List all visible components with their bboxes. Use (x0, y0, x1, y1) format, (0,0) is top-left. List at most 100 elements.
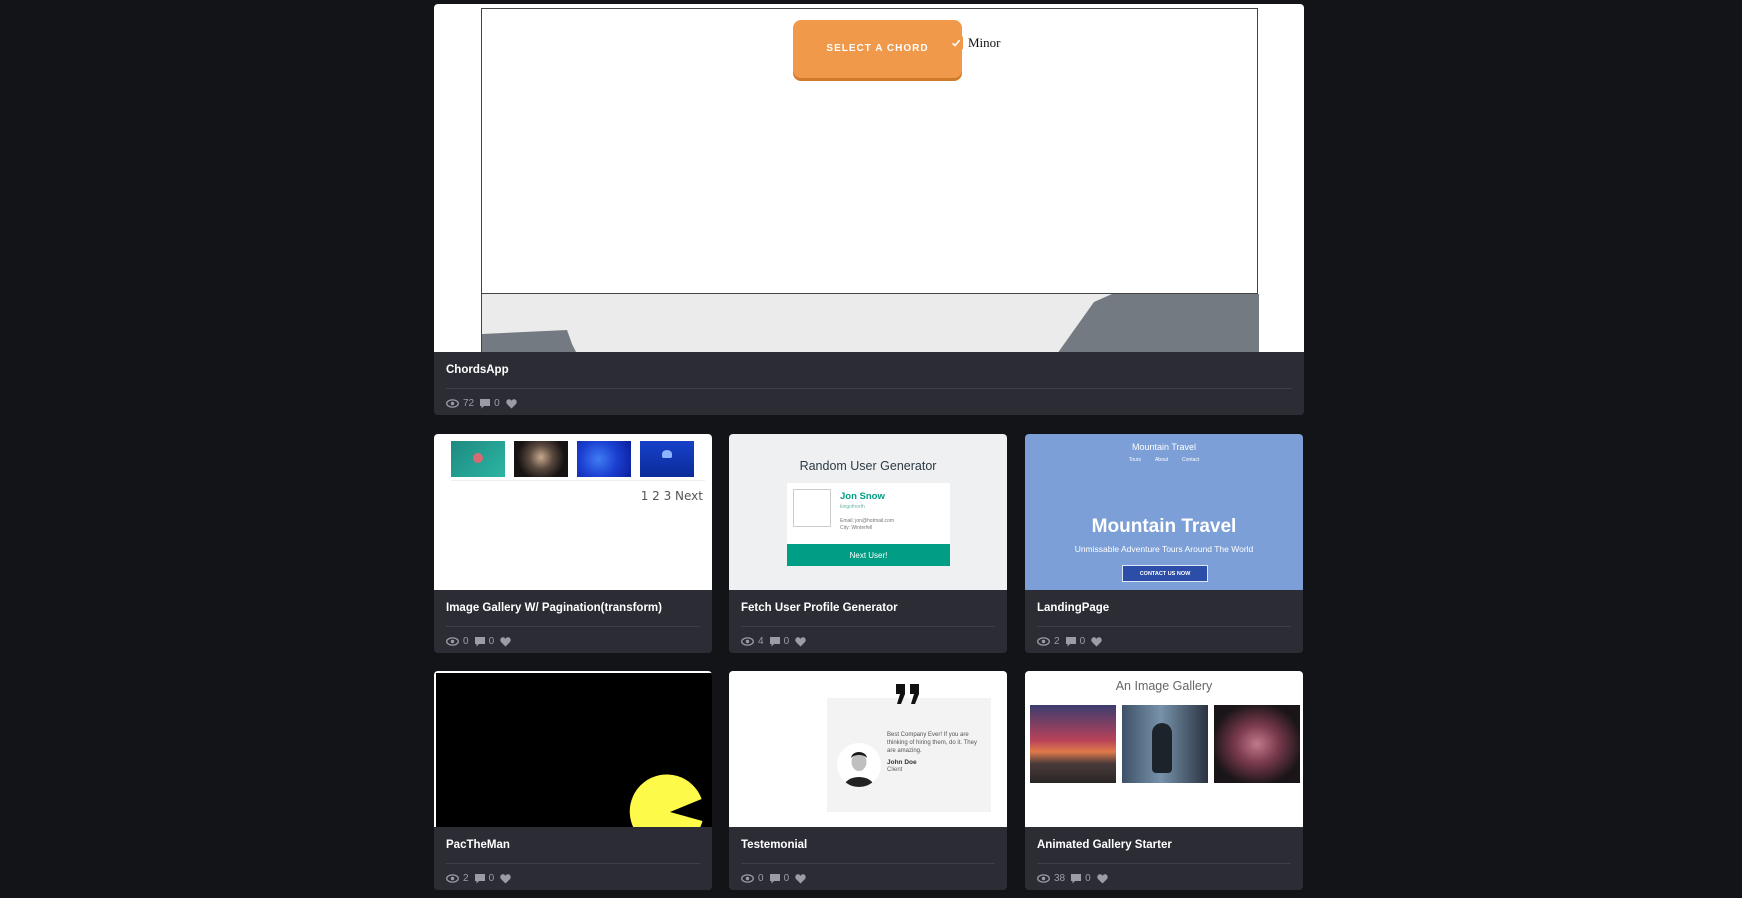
pen-meta: Testemonial 0 0 (729, 827, 1007, 890)
nav-contact[interactable]: Contact (1182, 457, 1199, 463)
pen-preview[interactable]: Best Company Ever! If you are thinking o… (729, 671, 1007, 827)
pen-stats: 4 0 (741, 636, 806, 647)
comments-stat[interactable]: 0 (474, 873, 495, 884)
preview-heading: Random User Generator (799, 459, 937, 473)
pen-stats: 0 0 (741, 873, 806, 884)
views-stat: 38 (1037, 873, 1065, 884)
pen-title[interactable]: Animated Gallery Starter (1037, 839, 1172, 851)
pen-preview[interactable]: 1 2 3 Next (434, 434, 712, 590)
pen-preview[interactable]: An Image Gallery (1025, 671, 1303, 827)
pen-preview[interactable]: Mountain Travel Tours About Contact Moun… (1025, 434, 1303, 590)
avatar (793, 489, 831, 527)
gallery-image (451, 441, 505, 477)
comment-icon (1071, 873, 1082, 884)
pen-title[interactable]: ChordsApp (446, 364, 509, 376)
gallery-image (514, 441, 568, 477)
pen-meta: Fetch User Profile Generator 4 0 (729, 590, 1007, 653)
like-button[interactable] (500, 636, 511, 647)
comments-stat[interactable]: 0 (769, 873, 789, 884)
pen-card-animated-gallery[interactable]: An Image Gallery Animated Gallery Starte… (1025, 671, 1303, 890)
pagination[interactable]: 1 2 3 Next (641, 489, 703, 503)
heart-icon (1097, 873, 1108, 884)
views-count: 2 (463, 873, 469, 884)
views-count: 72 (463, 398, 475, 409)
minor-checkbox[interactable]: Minor (949, 35, 1001, 51)
gallery-image (577, 441, 631, 477)
divider (1037, 863, 1291, 864)
gallery-image (640, 441, 694, 477)
select-chord-button[interactable]: SELECT A CHORD (793, 20, 962, 78)
comments-count: 0 (488, 873, 495, 884)
comments-count: 0 (494, 398, 500, 409)
pen-card-fetch-user[interactable]: Random User Generator Jon Snow kingofnor… (729, 434, 1007, 653)
preview-heading: An Image Gallery (1115, 679, 1213, 693)
like-button[interactable] (795, 636, 806, 647)
views-count: 0 (758, 873, 764, 884)
views-stat: 2 (1037, 636, 1060, 647)
views-count: 4 (758, 636, 764, 647)
heart-icon (506, 398, 517, 409)
pen-title[interactable]: Fetch User Profile Generator (741, 602, 898, 614)
pen-card-testemonial[interactable]: Best Company Ever! If you are thinking o… (729, 671, 1007, 890)
comments-stat[interactable]: 0 (769, 636, 790, 647)
divider (446, 863, 700, 864)
pen-preview[interactable] (434, 671, 712, 827)
comments-stat[interactable]: 0 (1065, 636, 1086, 647)
minor-label: Minor (968, 35, 1001, 50)
pacman-sprite (629, 774, 703, 827)
brand-logo[interactable]: Mountain Travel (1025, 442, 1303, 452)
like-button[interactable] (1091, 636, 1102, 647)
pen-card-chordsapp[interactable]: SELECT A CHORD Minor ChordsApp 72 0 (434, 4, 1304, 415)
contact-cta-button[interactable]: CONTACT US NOW (1122, 565, 1208, 582)
game-canvas[interactable] (436, 673, 712, 827)
pen-title[interactable]: Testemonial (741, 839, 807, 851)
pen-card-landingpage[interactable]: Mountain Travel Tours About Contact Moun… (1025, 434, 1303, 653)
comments-count: 0 (1085, 873, 1091, 884)
heart-icon (500, 873, 511, 884)
landing-nav: Tours About Contact (1025, 457, 1303, 463)
comment-icon (480, 398, 491, 409)
eye-icon (741, 874, 754, 883)
comments-stat[interactable]: 0 (474, 636, 494, 647)
next-user-button[interactable]: Next User! (787, 544, 950, 566)
pen-meta: LandingPage 2 0 (1025, 590, 1303, 653)
eye-icon (1037, 637, 1050, 646)
comments-count: 0 (783, 636, 790, 647)
pen-card-image-gallery[interactable]: 1 2 3 Next Image Gallery W/ Pagination(t… (434, 434, 712, 653)
nav-about[interactable]: About (1155, 457, 1168, 463)
heart-icon (795, 873, 806, 884)
hero-title: Mountain Travel (1091, 516, 1237, 537)
like-button[interactable] (1097, 873, 1108, 884)
heart-icon (795, 636, 806, 647)
pen-title[interactable]: PacTheMan (446, 839, 510, 851)
comments-count: 0 (1079, 636, 1086, 647)
pen-stats: 0 0 (446, 636, 511, 647)
views-stat: 0 (446, 636, 469, 647)
pen-preview[interactable]: SELECT A CHORD Minor (434, 4, 1304, 352)
user-city: City: Winterfell (840, 525, 873, 531)
like-button[interactable] (500, 873, 511, 884)
comment-icon (474, 873, 485, 884)
comments-stat[interactable]: 0 (480, 398, 500, 409)
eye-icon (446, 399, 459, 408)
pen-title[interactable]: Image Gallery W/ Pagination(transform) (446, 602, 662, 614)
like-button[interactable] (506, 398, 517, 409)
views-stat: 4 (741, 636, 764, 647)
comment-icon (1065, 636, 1076, 647)
chord-lower-frame (481, 293, 1259, 352)
testimonial-role: Client (887, 767, 903, 773)
eye-icon (446, 637, 459, 646)
views-stat: 0 (741, 873, 764, 884)
heart-icon (500, 636, 511, 647)
checkmark-icon (949, 36, 963, 50)
pen-preview[interactable]: Random User Generator Jon Snow kingofnor… (729, 434, 1007, 590)
divider (1037, 626, 1291, 627)
pen-meta: ChordsApp 72 0 (434, 352, 1304, 415)
like-button[interactable] (795, 873, 806, 884)
heart-icon (1091, 636, 1102, 647)
nav-tours[interactable]: Tours (1129, 457, 1141, 463)
pen-title[interactable]: LandingPage (1037, 602, 1109, 614)
pen-card-pactheman[interactable]: PacTheMan 2 0 (434, 671, 712, 890)
quote-icon (895, 683, 921, 710)
comments-stat[interactable]: 0 (1071, 873, 1091, 884)
